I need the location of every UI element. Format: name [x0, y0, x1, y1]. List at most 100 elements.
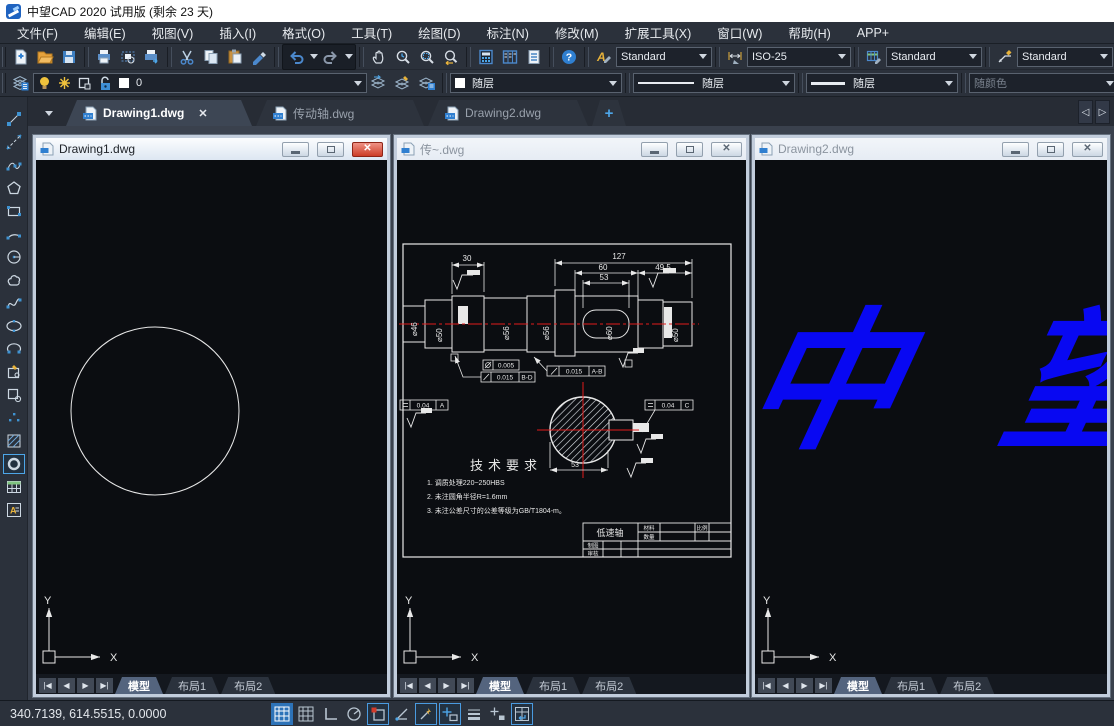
layout1-tab[interactable]: 布局1	[526, 677, 580, 694]
close-button[interactable]: ✕	[711, 142, 742, 157]
text-style-select[interactable]: Standard	[616, 47, 712, 67]
minimize-button[interactable]	[1002, 142, 1029, 157]
table-style-select[interactable]: Standard	[886, 47, 982, 67]
new-button[interactable]	[9, 45, 33, 69]
snap-toggle[interactable]	[295, 703, 317, 725]
next-layout-button[interactable]: ▶	[77, 678, 94, 693]
undo-button[interactable]	[284, 45, 308, 69]
pan-button[interactable]	[367, 45, 391, 69]
prev-layout-button[interactable]: ◀	[419, 678, 436, 693]
menu-edit[interactable]: 编辑(E)	[71, 22, 139, 44]
model-tab[interactable]: 模型	[476, 677, 524, 694]
first-layout-button[interactable]: |◀	[758, 678, 775, 693]
spline-button[interactable]	[3, 293, 25, 313]
polar-toggle[interactable]	[343, 703, 365, 725]
minimize-button[interactable]	[282, 142, 309, 157]
toolbar-grip[interactable]	[2, 73, 6, 93]
close-button[interactable]: ✕	[352, 142, 383, 157]
table-button[interactable]	[3, 477, 25, 497]
prev-layout-button[interactable]: ◀	[777, 678, 794, 693]
window-title-bar[interactable]: Drawing1.dwg ✕	[36, 138, 387, 160]
make-block-button[interactable]	[3, 385, 25, 405]
layer-manager-button[interactable]	[415, 71, 439, 95]
osnap-toggle[interactable]	[367, 703, 389, 725]
construction-line-button[interactable]	[3, 132, 25, 152]
toolbar-grip[interactable]	[2, 47, 6, 67]
mleader-style-select[interactable]: Standard	[1017, 47, 1113, 67]
open-button[interactable]	[33, 45, 57, 69]
polyline-button[interactable]	[3, 155, 25, 175]
rectangle-button[interactable]	[3, 201, 25, 221]
redo-dropdown[interactable]	[343, 45, 354, 69]
window-title-bar[interactable]: Drawing2.dwg ✕	[755, 138, 1107, 160]
layer-states-button[interactable]	[391, 71, 415, 95]
layer-previous-button[interactable]	[367, 71, 391, 95]
window-title-bar[interactable]: 传~.dwg ✕	[397, 138, 746, 160]
linetype-select[interactable]: 随层	[633, 73, 795, 93]
quickcalc-button[interactable]	[474, 45, 498, 69]
help-button[interactable]: ?	[557, 45, 581, 69]
mleader-style-button[interactable]	[993, 45, 1017, 69]
quick-input-toggle[interactable]	[487, 703, 509, 725]
ortho-toggle[interactable]	[319, 703, 341, 725]
donut-button[interactable]	[3, 454, 25, 474]
menu-file[interactable]: 文件(F)	[4, 22, 71, 44]
new-tab-button[interactable]: +	[592, 100, 626, 126]
restore-button[interactable]	[676, 142, 703, 157]
layer-select[interactable]: 0	[33, 73, 367, 93]
title-bar[interactable]: 中望CAD 2020 试用版 (剩余 23 天)	[0, 0, 1114, 22]
drawing2-canvas[interactable]: 中 望 Y X	[755, 160, 1107, 674]
restore-button[interactable]	[1037, 142, 1064, 157]
last-layout-button[interactable]: ▶|	[815, 678, 832, 693]
layout2-tab[interactable]: 布局2	[582, 677, 636, 694]
menu-view[interactable]: 视图(V)	[139, 22, 207, 44]
close-tab-icon[interactable]: ✕	[198, 107, 207, 120]
next-layout-button[interactable]: ▶	[438, 678, 455, 693]
menu-format[interactable]: 格式(O)	[269, 22, 338, 44]
zoom-realtime-button[interactable]	[391, 45, 415, 69]
copy-button[interactable]	[199, 45, 223, 69]
designcenter-button[interactable]	[498, 45, 522, 69]
line-button[interactable]	[3, 109, 25, 129]
tab-scroll-left-button[interactable]: ◁	[1078, 100, 1093, 124]
redo-button[interactable]	[319, 45, 343, 69]
hatch-button[interactable]	[3, 431, 25, 451]
ellipse-arc-button[interactable]	[3, 339, 25, 359]
cut-button[interactable]	[175, 45, 199, 69]
lineweight-select[interactable]: 随层	[806, 73, 958, 93]
zoom-window-button[interactable]	[415, 45, 439, 69]
paste-button[interactable]	[223, 45, 247, 69]
text-style-button[interactable]: A	[592, 45, 616, 69]
plot-button[interactable]	[140, 45, 164, 69]
menu-tools[interactable]: 工具(T)	[338, 22, 405, 44]
drawing1-canvas[interactable]: Y X	[36, 160, 387, 674]
plot-style-select[interactable]: 随颜色	[969, 73, 1114, 93]
layout2-tab[interactable]: 布局2	[940, 677, 994, 694]
circle-button[interactable]	[3, 247, 25, 267]
otrack-toggle[interactable]	[415, 703, 437, 725]
insert-block-button[interactable]	[3, 362, 25, 382]
last-layout-button[interactable]: ▶|	[96, 678, 113, 693]
grid-toggle[interactable]	[271, 703, 293, 725]
doc-tab-drawing2[interactable]: Drawing2.dwg	[428, 100, 588, 126]
menu-express[interactable]: 扩展工具(X)	[612, 22, 705, 44]
next-layout-button[interactable]: ▶	[796, 678, 813, 693]
last-layout-button[interactable]: ▶|	[457, 678, 474, 693]
table-style-button[interactable]	[862, 45, 886, 69]
viewport-toggle[interactable]	[511, 703, 533, 725]
match-properties-button[interactable]	[247, 45, 271, 69]
revision-cloud-button[interactable]	[3, 270, 25, 290]
dim-style-button[interactable]	[723, 45, 747, 69]
menu-window[interactable]: 窗口(W)	[704, 22, 775, 44]
menu-modify[interactable]: 修改(M)	[542, 22, 612, 44]
menu-app-plus[interactable]: APP+	[844, 22, 902, 44]
color-select[interactable]: 随层	[450, 73, 622, 93]
dim-style-select[interactable]: ISO-25	[747, 47, 851, 67]
properties-button[interactable]	[522, 45, 546, 69]
tab-list-dropdown[interactable]	[38, 103, 60, 123]
first-layout-button[interactable]: |◀	[39, 678, 56, 693]
tab-scroll-right-button[interactable]: ▷	[1095, 100, 1110, 124]
minimize-button[interactable]	[641, 142, 668, 157]
model-tab[interactable]: 模型	[115, 677, 163, 694]
layout1-tab[interactable]: 布局1	[884, 677, 938, 694]
